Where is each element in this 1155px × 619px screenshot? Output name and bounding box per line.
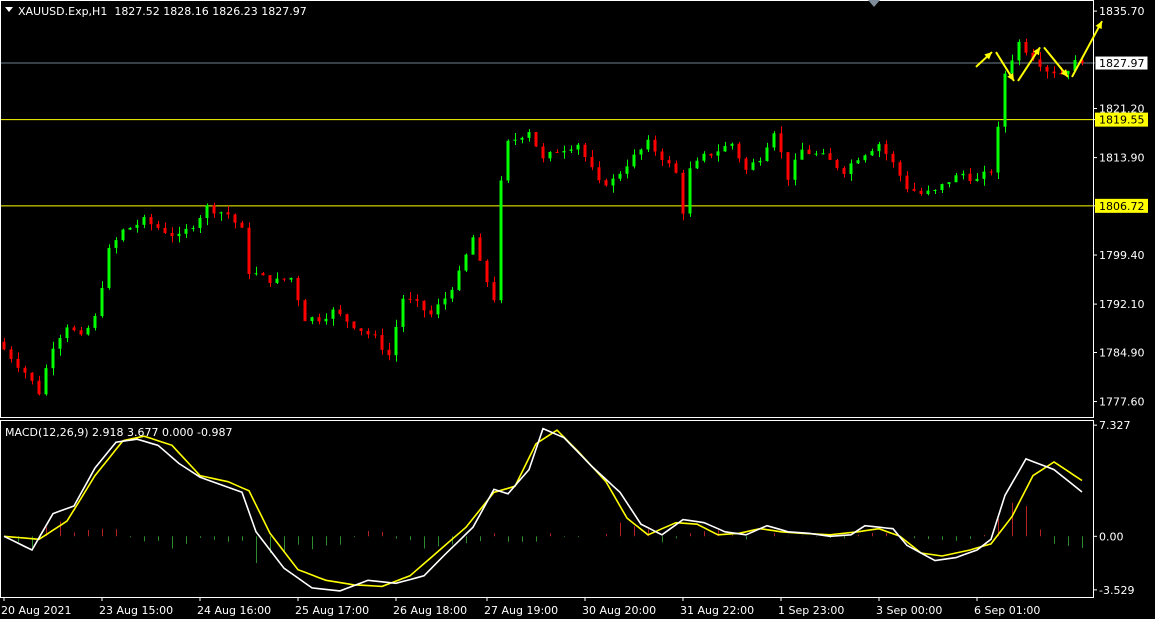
price-tick-label: 1784.90 [1099,346,1145,359]
symbol-header: XAUUSD.Exp,H1 1827.52 1828.16 1826.23 18… [18,5,307,18]
candle[interactable] [534,131,538,147]
candle[interactable] [401,295,405,333]
macd-tick-label: -3.529 [1099,584,1134,597]
macd-tick-label: 7.327 [1099,419,1131,432]
macd-tick-label: 0.00 [1099,530,1124,543]
time-tick-label: 6 Sep 01:00 [974,604,1040,617]
candle[interactable] [121,228,125,242]
candle[interactable] [996,121,1000,179]
time-tick-label: 3 Sep 00:00 [876,604,942,617]
chart-background [0,0,1155,619]
price-tick-label: 1806.72 [1099,200,1145,213]
price-tick-label: 1799.40 [1099,249,1145,262]
candle[interactable] [107,244,111,290]
macd-header: MACD(12,26,9) 2.918 3.677 0.000 -0.987 [5,426,232,439]
time-tick-label: 20 Aug 2021 [1,604,71,617]
candle[interactable] [499,176,503,304]
candle[interactable] [471,235,475,255]
candle[interactable] [303,299,307,322]
time-tick-label: 24 Aug 16:00 [197,604,271,617]
candle[interactable] [464,253,468,273]
candle[interactable] [688,161,692,217]
time-tick-label: 23 Aug 15:00 [99,604,173,617]
price-tick-label: 1792.10 [1099,298,1145,311]
candle[interactable] [681,170,685,221]
price-tick-label: 1813.90 [1099,152,1145,165]
price-tick-label: 1835.70 [1099,5,1145,18]
candle[interactable] [44,364,48,396]
candle[interactable] [1003,70,1007,133]
time-tick-label: 26 Aug 18:00 [393,604,467,617]
price-tick-label: 1819.55 [1099,114,1145,127]
candle[interactable] [478,233,482,261]
price-tick-label: 1827.97 [1099,57,1145,70]
time-tick-label: 30 Aug 20:00 [582,604,656,617]
time-tick-label: 1 Sep 23:00 [778,604,844,617]
chart-canvas[interactable]: 1835.701827.971821.201819.551813.901806.… [0,0,1155,619]
candle[interactable] [247,222,251,280]
time-tick-label: 31 Aug 22:00 [680,604,754,617]
candle[interactable] [506,139,510,184]
time-tick-label: 27 Aug 19:00 [484,604,558,617]
time-tick-label: 25 Aug 17:00 [295,604,369,617]
price-tick-label: 1777.60 [1099,396,1145,409]
